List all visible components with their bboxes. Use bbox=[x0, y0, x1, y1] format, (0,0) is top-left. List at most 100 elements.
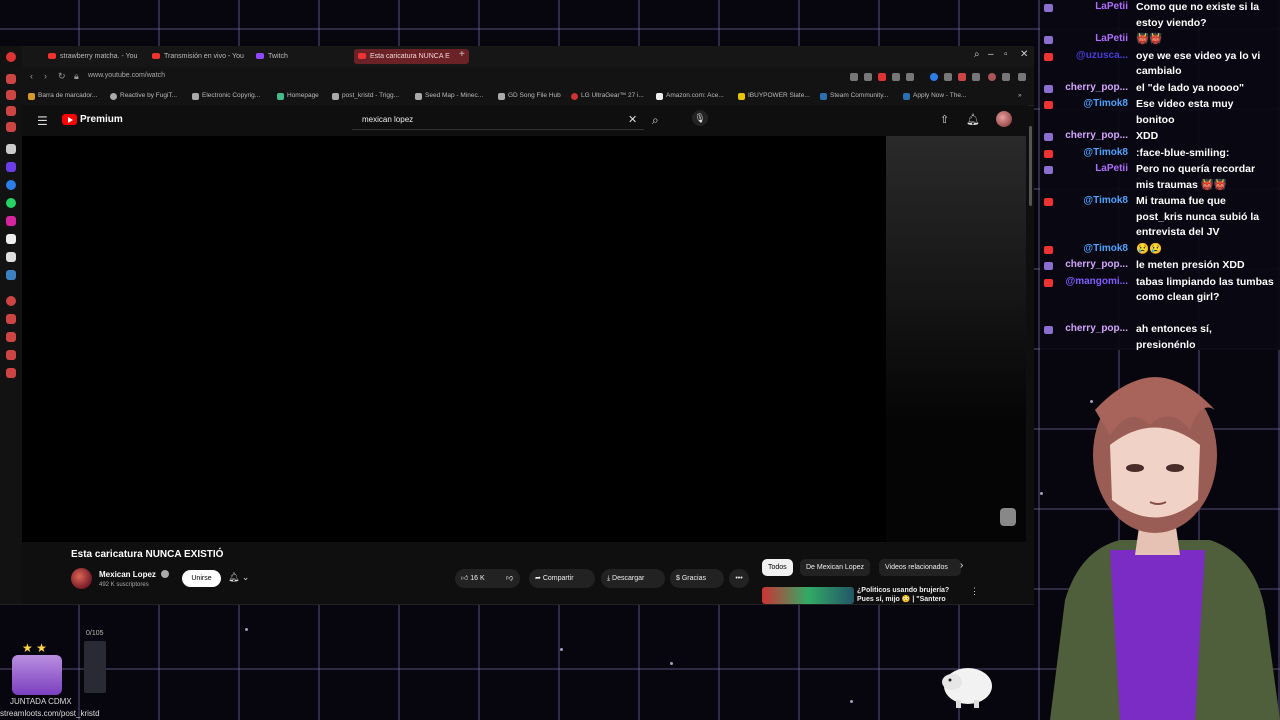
sidebar-app-icon[interactable] bbox=[6, 350, 16, 360]
chat-username[interactable]: cherry_pop... bbox=[1040, 130, 1128, 141]
chip-from-channel[interactable]: De Mexican Lopez bbox=[800, 559, 870, 576]
search-icon[interactable]: ⌕ bbox=[652, 113, 659, 128]
background-star bbox=[560, 648, 563, 651]
create-icon[interactable]: ⇧ bbox=[940, 113, 949, 126]
x-icon[interactable] bbox=[6, 252, 16, 262]
close-window-icon[interactable]: ✕ bbox=[1020, 49, 1028, 60]
sidebar-app-icon[interactable] bbox=[6, 106, 16, 116]
sidebar-app-icon[interactable] bbox=[6, 144, 16, 154]
chat-username[interactable]: cherry_pop... bbox=[1040, 259, 1128, 270]
twitch-icon[interactable] bbox=[6, 162, 16, 172]
sidebar-app-icon[interactable] bbox=[6, 332, 16, 342]
tab[interactable]: Transmisión en vivo - You bbox=[148, 49, 259, 64]
clear-search-icon[interactable]: ✕ bbox=[628, 113, 637, 126]
bookmark-item[interactable]: Seed Map - Minec... bbox=[415, 92, 483, 100]
menu-icon[interactable] bbox=[1018, 73, 1026, 81]
bookmark-item[interactable]: Amazon.com: Ace... bbox=[656, 92, 724, 100]
chat-username[interactable]: cherry_pop... bbox=[1040, 82, 1128, 93]
sidebar-app-icon[interactable] bbox=[6, 90, 16, 100]
minimize-icon[interactable]: – bbox=[988, 49, 994, 60]
whatsapp-icon[interactable] bbox=[6, 198, 16, 208]
bookmark-item[interactable]: Apply Now - The... bbox=[903, 92, 966, 100]
more-bookmarks-icon[interactable]: » bbox=[1018, 92, 1022, 99]
tiktok-icon[interactable] bbox=[6, 234, 16, 244]
hamburger-menu-icon[interactable]: ☰ bbox=[37, 114, 48, 128]
subscribe-bell-icon[interactable]: 🔔︎ ⌄ bbox=[228, 572, 249, 583]
youtube-premium-label[interactable]: Premium bbox=[80, 114, 123, 125]
heart-icon[interactable] bbox=[906, 73, 914, 81]
chat-username[interactable]: @uzusca... bbox=[1040, 50, 1128, 61]
extension-icon[interactable] bbox=[944, 73, 952, 81]
chat-username[interactable]: LaPetii bbox=[1040, 1, 1128, 12]
chip-next-icon[interactable]: › bbox=[960, 560, 963, 571]
bookmark-item[interactable]: post_kristd - Trigg... bbox=[332, 92, 399, 100]
chat-username[interactable]: @Timok8 bbox=[1040, 195, 1128, 206]
download-button[interactable]: ⤓ Descargar bbox=[601, 569, 665, 588]
channel-name[interactable]: Mexican Lopez bbox=[99, 570, 156, 579]
opera-logo-icon[interactable] bbox=[6, 52, 16, 62]
share-button[interactable]: ➦ Compartir bbox=[529, 569, 595, 588]
extension-icon[interactable] bbox=[878, 73, 886, 81]
chat-username[interactable]: LaPetii bbox=[1040, 33, 1128, 44]
profile-icon[interactable] bbox=[988, 73, 996, 81]
tab[interactable]: strawberry matcha. - You bbox=[44, 49, 155, 64]
bookmark-item[interactable]: Electronic Copyrig... bbox=[192, 92, 260, 100]
extension-icon[interactable] bbox=[930, 73, 938, 81]
sidebar-app-icon[interactable] bbox=[6, 122, 16, 132]
search-input[interactable]: mexican lopez bbox=[352, 110, 644, 130]
youtube-favicon-icon bbox=[152, 53, 160, 59]
url-field[interactable]: www.youtube.com/watch bbox=[88, 72, 165, 79]
bookmark-item[interactable]: Steam Community... bbox=[820, 92, 888, 100]
forward-icon[interactable]: › bbox=[44, 71, 47, 81]
chip-related[interactable]: Videos relacionados bbox=[879, 559, 961, 576]
bookmark-item[interactable]: Barra de marcador... bbox=[28, 92, 97, 100]
page-scrollbar[interactable] bbox=[1029, 126, 1032, 206]
thanks-button[interactable]: $ Gracias bbox=[670, 569, 724, 588]
search-tabs-icon[interactable]: ⌕ bbox=[974, 49, 980, 60]
bookmark-item[interactable]: GD Song File Hub bbox=[498, 92, 561, 100]
instagram-icon[interactable] bbox=[6, 216, 16, 226]
chat-username[interactable]: @mangomi... bbox=[1040, 276, 1128, 287]
reload-icon[interactable]: ↻ bbox=[58, 71, 66, 82]
chip-all[interactable]: Todos bbox=[762, 559, 793, 576]
maximize-icon[interactable]: ▫ bbox=[1004, 49, 1008, 60]
extension-icon[interactable] bbox=[892, 73, 900, 81]
channel-avatar[interactable] bbox=[71, 568, 92, 589]
bookmark-item[interactable]: IBUYPOWER Slate... bbox=[738, 92, 810, 100]
tab[interactable]: Twitch bbox=[252, 49, 363, 64]
sidebar-app-icon[interactable] bbox=[6, 74, 16, 84]
sidebar-app-icon[interactable] bbox=[6, 314, 16, 324]
more-actions-icon[interactable]: ••• bbox=[729, 569, 749, 588]
extension-icon[interactable] bbox=[958, 73, 966, 81]
chat-username[interactable]: LaPetii bbox=[1040, 163, 1128, 174]
extension-icon[interactable] bbox=[850, 73, 858, 81]
recommended-thumbnail[interactable] bbox=[762, 587, 854, 604]
chat-username[interactable]: cherry_pop... bbox=[1040, 323, 1128, 334]
messenger-icon[interactable] bbox=[6, 180, 16, 190]
microphone-icon[interactable]: 🎙︎ bbox=[692, 110, 708, 126]
join-button[interactable]: Unirse bbox=[182, 570, 221, 587]
vk-icon[interactable] bbox=[6, 270, 16, 280]
extension-icon[interactable] bbox=[864, 73, 872, 81]
download-icon[interactable] bbox=[1002, 73, 1010, 81]
recommended-title[interactable]: ¿Politicos usando brujería? Pues sí, mij… bbox=[857, 586, 967, 604]
chat-text: le meten presión XDD bbox=[1136, 259, 1245, 271]
extension-icon[interactable] bbox=[972, 73, 980, 81]
bookmark-item[interactable]: Reactive by FugiT... bbox=[110, 92, 177, 100]
new-tab-icon[interactable]: + bbox=[459, 49, 465, 60]
sidebar-app-icon[interactable] bbox=[6, 368, 16, 378]
youtube-logo-icon[interactable] bbox=[62, 114, 77, 125]
user-avatar[interactable] bbox=[996, 111, 1012, 127]
chat-username[interactable]: @Timok8 bbox=[1040, 147, 1128, 158]
dislike-button[interactable]: 👎︎ bbox=[500, 569, 520, 588]
chat-username[interactable]: @Timok8 bbox=[1040, 98, 1128, 109]
sidebar-app-icon[interactable] bbox=[6, 296, 16, 306]
bookmark-item[interactable]: LG UltraGear™ 27 i... bbox=[571, 92, 644, 100]
tab-active[interactable]: Esta caricatura NUNCA E bbox=[354, 49, 469, 64]
bookmark-item[interactable]: Homepage bbox=[277, 92, 319, 100]
chat-username[interactable]: @Timok8 bbox=[1040, 243, 1128, 254]
notifications-bell-icon[interactable]: 🔔︎ bbox=[966, 113, 980, 126]
back-icon[interactable]: ‹ bbox=[30, 71, 33, 81]
recommended-more-icon[interactable]: ⋮ bbox=[970, 586, 979, 597]
video-player[interactable] bbox=[22, 136, 1026, 542]
